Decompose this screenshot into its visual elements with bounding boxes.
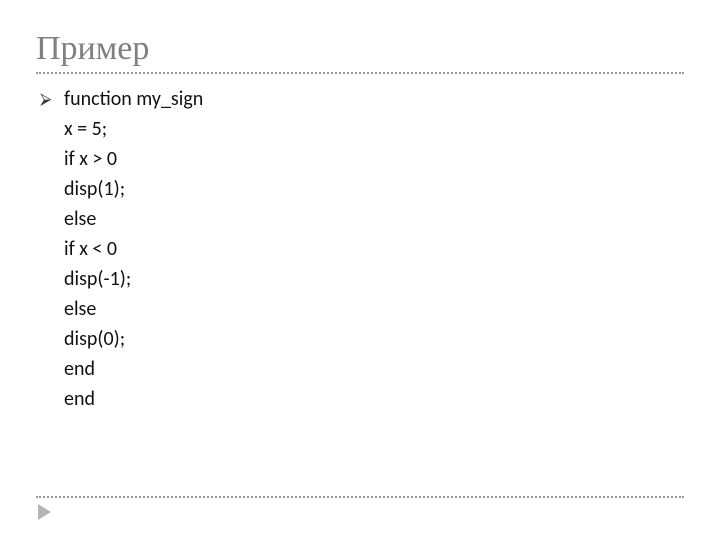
slide: Пример ⮚ function my_sign x = 5; if x > … — [0, 0, 720, 540]
bullet-glyph: ⮚ — [40, 84, 64, 115]
code-line: disp(1); — [64, 174, 203, 204]
code-line: if x < 0 — [64, 234, 203, 264]
slide-title: Пример — [36, 30, 684, 68]
code-line: disp(-1); — [64, 264, 203, 294]
code-block: function my_sign x = 5; if x > 0 disp(1)… — [64, 84, 203, 414]
content-area: ⮚ function my_sign x = 5; if x > 0 disp(… — [36, 84, 684, 414]
next-arrow-icon — [38, 504, 51, 520]
code-line: disp(0); — [64, 324, 203, 354]
code-line: function my_sign — [64, 84, 203, 114]
code-line: x = 5; — [64, 114, 203, 144]
code-line: else — [64, 204, 203, 234]
code-line: if x > 0 — [64, 144, 203, 174]
code-line: end — [64, 354, 203, 384]
title-divider — [36, 72, 684, 74]
footer-divider — [36, 496, 684, 498]
bullet-item: ⮚ function my_sign x = 5; if x > 0 disp(… — [40, 84, 684, 414]
code-line: end — [64, 384, 203, 414]
footer — [36, 496, 684, 520]
code-line: else — [64, 294, 203, 324]
